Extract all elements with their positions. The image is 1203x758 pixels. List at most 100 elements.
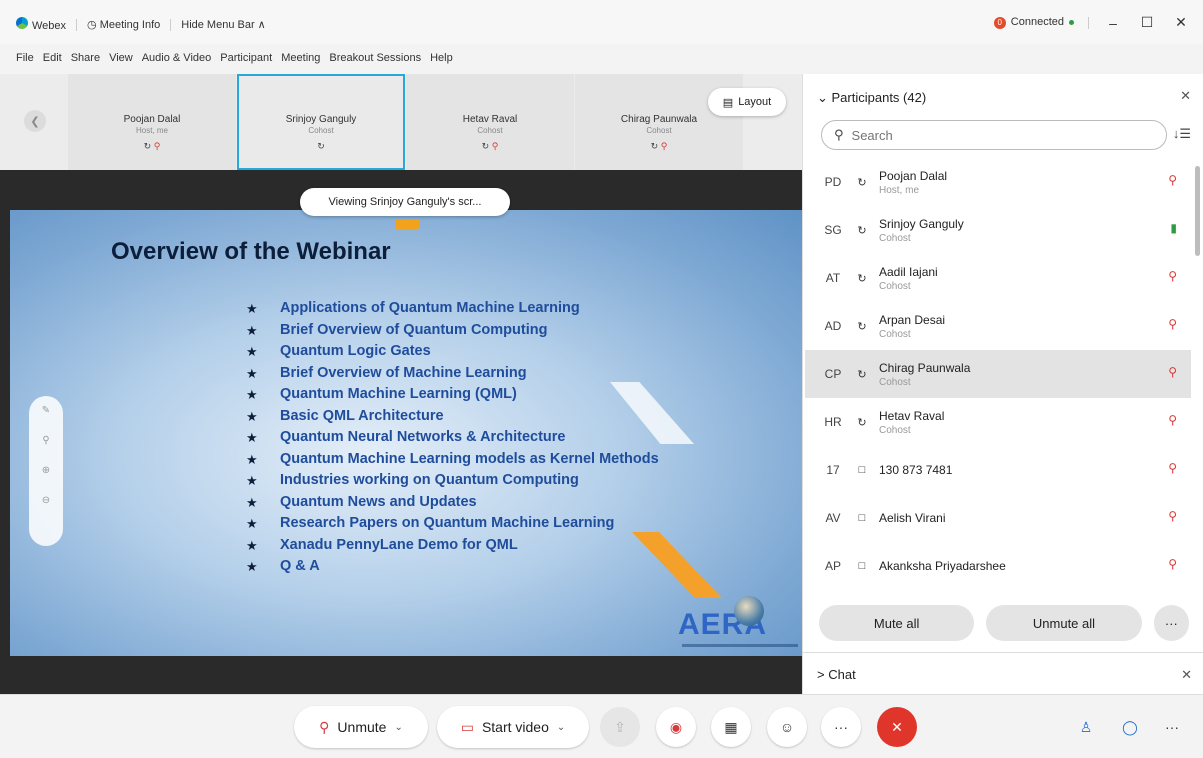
chat-button[interactable]: ◯ [1110,707,1150,747]
unmute-all-button[interactable]: Unmute all [986,605,1142,641]
mic-muted-icon[interactable]: ⚲ [1168,317,1177,331]
zoom-in-icon[interactable]: ⊕ [29,456,63,486]
sort-icon[interactable]: ↓☰ [1173,126,1191,142]
participant-row[interactable]: AV □ Aelish Virani ⚲ [805,494,1191,542]
mic-muted-icon[interactable]: ⚲ [1168,173,1177,187]
title-bar-left: Webex ◷ Meeting Info Hide Menu Bar ∧ [16,17,266,32]
meeting-controls: ⚲ Unmute ⌄ ▭ Start video ⌄ ⇪ ◉ ▦ ☺ ··· ✕… [0,694,1203,758]
connection-icon: ↻ [143,141,152,151]
search-input[interactable] [851,127,1142,143]
leave-meeting-button[interactable]: ✕ [877,707,917,747]
tile-status-icons: ↻ ⚲ [575,141,743,152]
participant-role: Cohost [879,376,911,388]
participant-row[interactable]: SG ↻ Srinjoy Ganguly Cohost ▮ [805,206,1191,254]
participants-header[interactable]: ⌄ Participants (42) [817,90,926,106]
zoom-out-icon[interactable]: ⊖ [29,486,63,516]
participant-name: Arpan Desai [879,312,946,327]
layout-button[interactable]: ▤ Layout [708,88,786,116]
tile-name: Srinjoy Ganguly [285,114,357,125]
menu-breakout-sessions[interactable]: Breakout Sessions [329,52,421,64]
participant-name: Akanksha Priyadarshee [879,559,1006,573]
mute-all-button[interactable]: Mute all [819,605,975,641]
pen-icon[interactable]: ✎ [29,396,63,426]
tile-role: Host, me [135,126,168,135]
recording-indicator-icon [395,219,419,229]
chevron-right-icon: > [817,667,829,682]
participant-row[interactable]: AT ↻ Aadil Iajani Cohost ⚲ [805,254,1191,302]
avatar: AT [825,271,841,285]
menu-share[interactable]: Share [71,52,100,64]
chevron-down-icon[interactable]: ⌄ [394,722,402,733]
chat-section[interactable]: > Chat ✕ [803,652,1203,694]
participant-info: Akanksha Priyadarshee [879,559,1191,573]
menu-file[interactable]: File [16,52,34,64]
participant-row[interactable]: AP □ Akanksha Priyadarshee ⚲ [805,542,1191,590]
logo-tagline [682,644,798,647]
participant-row-selected[interactable]: CP ↻ Chirag Paunwala Cohost ⚲ [805,350,1191,398]
connection-icon: ↻ [857,224,867,237]
close-icon[interactable]: ✕ [1181,667,1192,683]
mic-muted-icon[interactable]: ⚲ [1168,509,1177,523]
participant-row[interactable]: PD ↻ Poojan Dalal Host, me ⚲ [805,158,1191,206]
apps-button[interactable]: ▦ [711,707,751,747]
menu-audio-video[interactable]: Audio & Video [142,52,212,64]
slide-bullet: ★ Basic QML Architecture [246,406,666,428]
video-tile-active[interactable]: Srinjoy Ganguly Cohost ↻ [237,74,405,170]
participant-row[interactable]: HR ↻ Hetav Raval Cohost ⚲ [805,398,1191,446]
menu-participant[interactable]: Participant [220,52,272,64]
share-content-button[interactable]: ⇪ [600,707,640,747]
avatar: 17 [826,463,840,477]
chat-header[interactable]: > Chat [817,667,856,682]
connection-status[interactable]: 0 Connected [993,16,1074,29]
menu-view[interactable]: View [109,52,133,64]
phone-icon: □ [858,464,866,476]
unmute-label: Unmute [337,719,387,735]
chat-label: Chat [828,667,856,682]
close-window-button[interactable]: ✕ [1171,14,1191,31]
avatar: AV [825,511,841,525]
webex-logo-icon [16,17,28,29]
record-button[interactable]: ◉ [656,707,696,747]
video-tile[interactable]: Poojan Dalal Host, me ↻ ⚲ [68,74,236,170]
mic-muted-icon[interactable]: ⚲ [1168,557,1177,571]
chevron-down-icon[interactable]: ⌄ [557,722,565,733]
title-bar: Webex ◷ Meeting Info Hide Menu Bar ∧ 0 Co… [0,0,1203,44]
menu-edit[interactable]: Edit [43,52,62,64]
participants-button[interactable]: ♙ [1066,707,1106,747]
more-panels-button[interactable]: ··· [1152,707,1192,747]
tile-role: Cohost [646,126,672,135]
participant-row[interactable]: AD ↻ Arpan Desai Cohost ⚲ [805,302,1191,350]
unmute-button[interactable]: ⚲ Unmute ⌄ [294,706,428,748]
participant-list-scrollbar[interactable] [1195,166,1200,256]
participant-info: Chirag Paunwala Cohost [879,361,1191,388]
connection-icon: ↻ [857,368,867,381]
menu-meeting[interactable]: Meeting [281,52,320,64]
filmstrip: ❮ Poojan Dalal Host, me ↻ ⚲ Srinjoy Gang… [0,74,802,170]
divider [76,18,78,31]
minimize-button[interactable]: – [1103,15,1123,31]
mic-muted-icon[interactable]: ⚲ [1168,413,1177,427]
mic-muted-icon[interactable]: ⚲ [1168,365,1177,379]
filmstrip-prev-button[interactable]: ❮ [24,110,46,132]
meeting-info-button[interactable]: ◷ Meeting Info [87,18,160,31]
slide-bullet-text: Quantum Machine Learning (QML) [280,386,517,402]
mic-active-icon[interactable]: ▮ [1170,221,1177,235]
participant-row[interactable]: 17 □ 130 873 7481 ⚲ [805,446,1191,494]
maximize-button[interactable]: ☐ [1137,14,1157,31]
mic-muted-icon[interactable]: ⚲ [1168,461,1177,475]
slide-bullet-text: Q & A [280,558,320,574]
more-options-button[interactable]: ··· [1153,605,1190,641]
reactions-button[interactable]: ☺ [767,707,807,747]
close-icon[interactable]: ✕ [1180,88,1191,104]
video-tile[interactable]: Hetav Raval Cohost ↻ ⚲ [406,74,574,170]
start-video-button[interactable]: ▭ Start video ⌄ [437,706,589,748]
layout-label: Layout [738,96,772,108]
avatar: AD [824,319,842,333]
menu-help[interactable]: Help [430,52,453,64]
connection-icon: ↻ [317,141,325,151]
hide-menu-bar-button[interactable]: Hide Menu Bar ∧ [181,18,265,31]
mic-muted-icon[interactable]: ⚲ [1168,269,1177,283]
more-options-button[interactable]: ··· [821,707,861,747]
tile-status-icons: ↻ [237,141,405,152]
mic-icon[interactable]: ⚲ [29,426,63,456]
